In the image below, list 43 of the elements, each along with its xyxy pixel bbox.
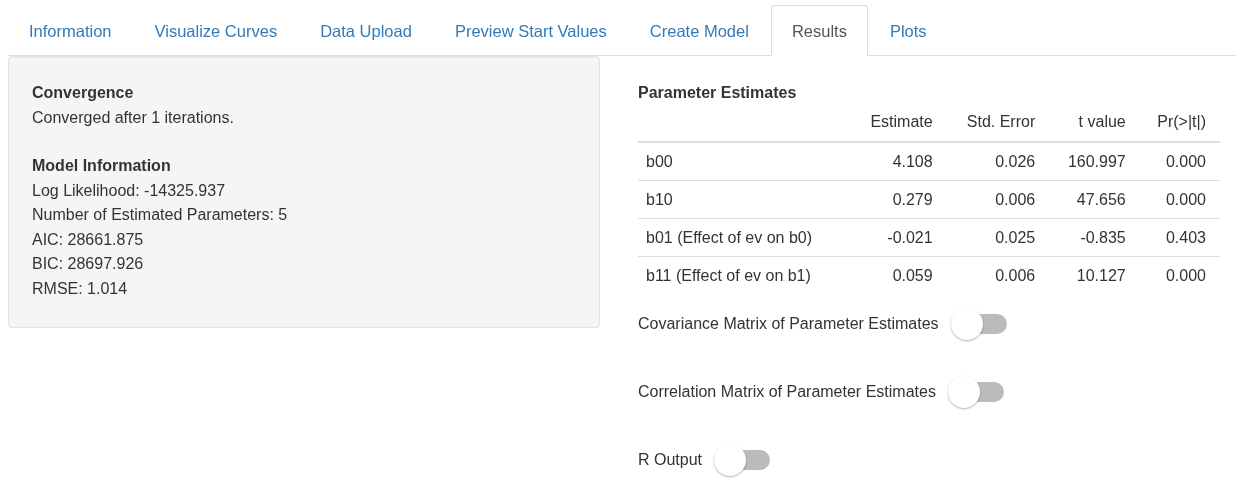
- tab[interactable]: Create Model: [628, 5, 770, 56]
- table-cell: 0.026: [946, 142, 1050, 181]
- column-header: t value: [1078, 113, 1126, 130]
- info-line: Log Likelihood: -14325.937: [32, 180, 227, 201]
- table-cell: 0.025: [946, 218, 1050, 257]
- table-cell: 0.000: [1139, 142, 1220, 181]
- table-cell: 160.997: [1049, 142, 1140, 181]
- info-line: Number of Estimated Parameters: 5: [32, 205, 289, 225]
- table-cell: -0.835: [1049, 218, 1140, 257]
- tab[interactable]: Data Upload: [299, 5, 433, 56]
- table-cell: 0.006: [946, 180, 1050, 219]
- tab[interactable]: Results: [770, 5, 868, 56]
- tab[interactable]: Plots: [868, 5, 948, 56]
- tab[interactable]: Visualize Curves: [133, 5, 299, 56]
- column-header: Std. Error: [966, 113, 1036, 130]
- table-cell: 0.000: [1139, 180, 1220, 219]
- info-line: BIC: 28697.926: [32, 254, 145, 274]
- info-line: Converged after 1 iterations.: [32, 107, 235, 128]
- parameter-name: b00: [638, 142, 852, 181]
- table-cell: 0.279: [851, 180, 947, 219]
- table-cell: 10.127: [1049, 256, 1140, 294]
- table-cell: 0.006: [946, 256, 1050, 294]
- toggle-label: R Output: [638, 450, 703, 470]
- parameter-name: b10: [638, 180, 852, 219]
- table-cell: 4.108: [851, 142, 947, 181]
- toggle-label: Covariance Matrix of Parameter Estimates: [638, 314, 939, 334]
- tab[interactable]: Information: [8, 5, 133, 56]
- tab[interactable]: Preview Start Values: [433, 5, 628, 56]
- parameter-name: b11 (Effect of ev on b1): [638, 256, 852, 294]
- section-heading: Model Information: [32, 156, 172, 176]
- table-cell: -0.021: [851, 218, 947, 257]
- table-title: Parameter Estimates: [638, 83, 798, 103]
- table-cell: 47.656: [1049, 180, 1140, 219]
- section-heading: Convergence: [32, 83, 135, 103]
- parameter-name: b01 (Effect of ev on b0): [638, 218, 852, 257]
- info-line: RMSE: 1.014: [32, 278, 129, 299]
- column-header: Estimate: [870, 113, 933, 130]
- info-line: AIC: 28661.875: [32, 229, 145, 250]
- table-cell: 0.403: [1139, 218, 1220, 257]
- toggle-label: Correlation Matrix of Parameter Estimates: [638, 382, 936, 402]
- table-cell: 0.059: [851, 256, 947, 294]
- column-header: Pr(>|t|): [1157, 113, 1206, 130]
- table-cell: 0.000: [1139, 256, 1220, 294]
